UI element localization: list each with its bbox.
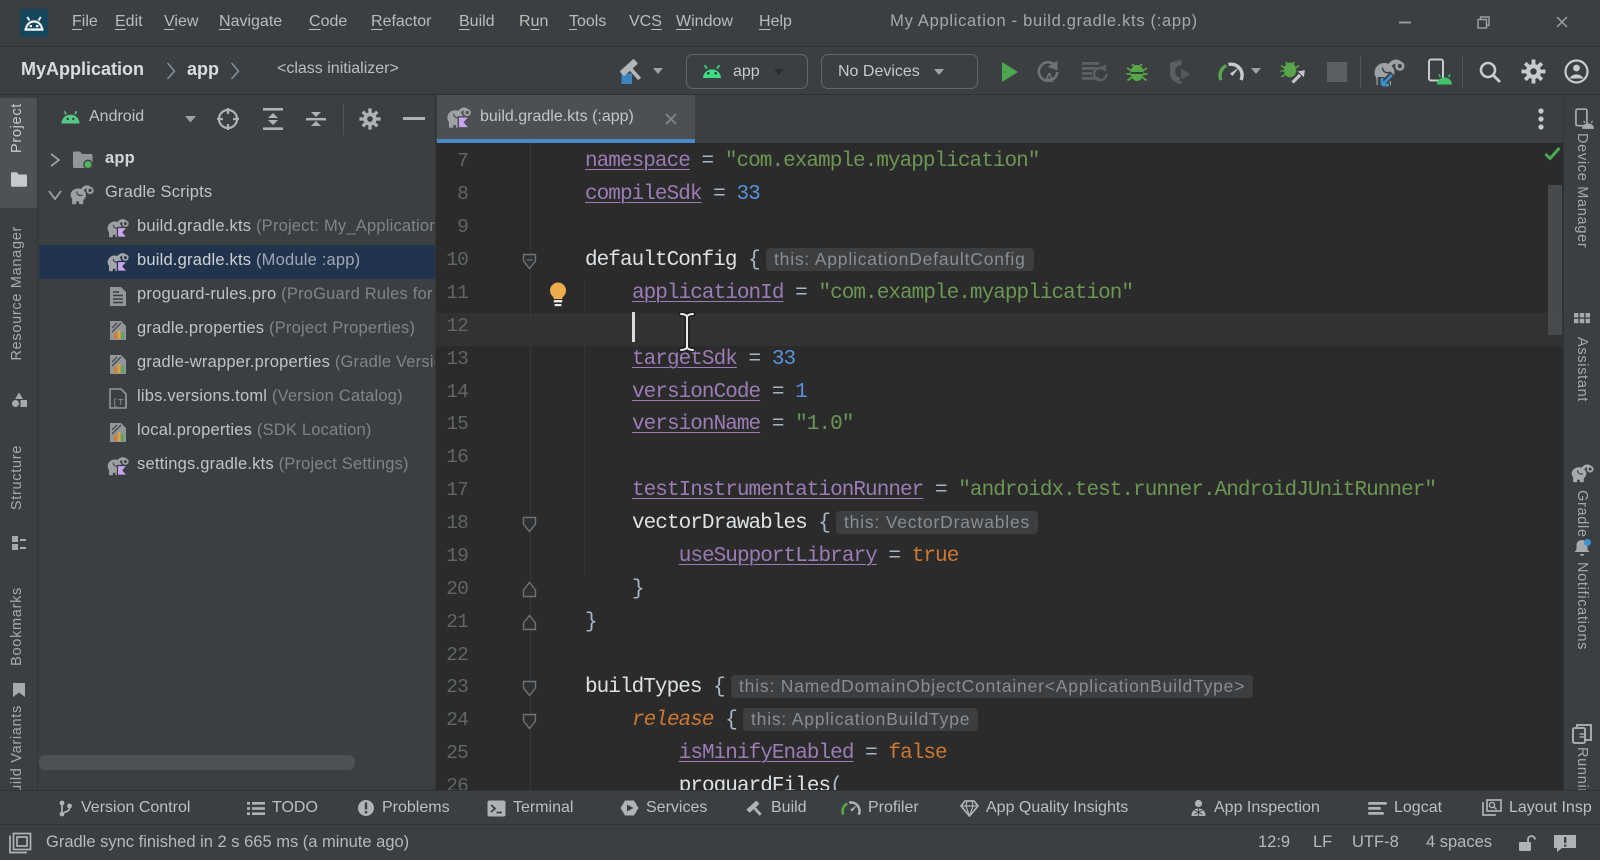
svg-text:A: A (1045, 70, 1055, 84)
svg-text:[T]: [T] (113, 398, 128, 408)
